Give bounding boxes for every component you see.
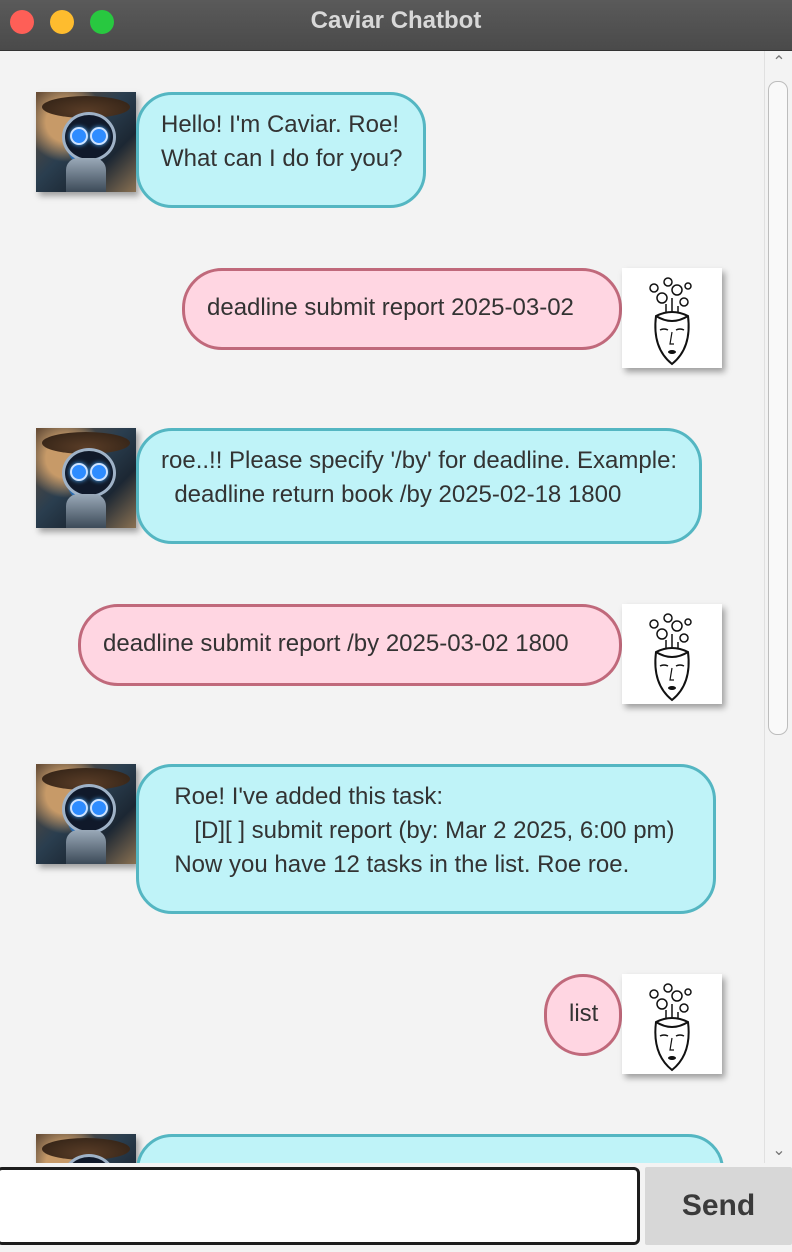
bot-face-shape (62, 784, 116, 834)
title-bar: Caviar Chatbot (0, 0, 792, 51)
bot-message-bubble (136, 1134, 724, 1163)
bot-message-bubble: Hello! I'm Caviar. Roe! What can I do fo… (136, 92, 426, 208)
chat-scroll-pane[interactable]: Hello! I'm Caviar. Roe! What can I do fo… (0, 51, 764, 1163)
user-message-bubble: list (544, 974, 622, 1056)
scroll-down-icon[interactable]: ⌄ (769, 1141, 789, 1161)
bot-message-bubble: Roe! I've added this task: [D][ ] submit… (136, 764, 716, 914)
bot-face-shape (62, 448, 116, 498)
bot-message-bubble: roe..!! Please specify '/by' for deadlin… (136, 428, 702, 544)
mask-face-icon (649, 983, 692, 1072)
bot-avatar (36, 1134, 136, 1163)
user-message-bubble: deadline submit report /by 2025-03-02 18… (78, 604, 622, 686)
scroll-up-icon[interactable]: ⌃ (769, 53, 789, 73)
user-message-bubble: deadline submit report 2025-03-02 (182, 268, 622, 350)
window-title: Caviar Chatbot (310, 7, 482, 34)
bot-eye-icon (90, 799, 108, 817)
bot-body-shape (66, 158, 106, 192)
message-input[interactable] (0, 1167, 640, 1245)
bot-eye-icon (70, 799, 88, 817)
bot-eye-icon (90, 463, 108, 481)
user-avatar (622, 604, 722, 704)
scrollbar-thumb[interactable] (768, 81, 788, 735)
app-window: Caviar Chatbot Hello! I'm Caviar. Roe! W… (0, 0, 792, 1252)
bot-eye-icon (90, 127, 108, 145)
bot-face-shape (62, 112, 116, 162)
bot-avatar (36, 764, 136, 864)
user-avatar (622, 268, 722, 368)
input-bar: Send (0, 1163, 792, 1252)
mask-face-icon (649, 277, 692, 366)
bot-eye-icon (70, 463, 88, 481)
bot-body-shape (66, 494, 106, 528)
mask-face-icon (649, 613, 692, 702)
vertical-scrollbar[interactable]: ⌃ ⌄ (764, 51, 792, 1163)
bot-avatar (36, 92, 136, 192)
bot-avatar (36, 428, 136, 528)
bot-body-shape (66, 830, 106, 864)
user-avatar (622, 974, 722, 1074)
bot-eye-icon (70, 127, 88, 145)
send-button[interactable]: Send (645, 1167, 792, 1245)
